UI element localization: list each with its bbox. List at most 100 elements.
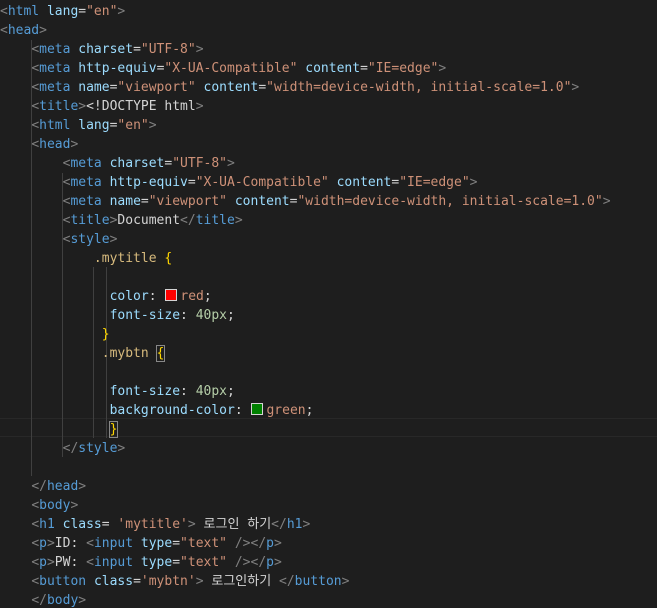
code-line[interactable]: <meta http-equiv="X-UA-Compatible" conte… (0, 59, 446, 78)
code-line[interactable]: <html lang="en"> (0, 2, 125, 21)
matched-bracket: } (108, 421, 119, 438)
code-line[interactable]: <head> (0, 21, 47, 40)
code-token: > (117, 441, 126, 456)
code-token: < (31, 61, 40, 76)
code-line[interactable]: color: red; (0, 287, 212, 306)
code-token: body (39, 498, 71, 513)
code-token: green (266, 403, 306, 418)
code-token: name (78, 80, 110, 95)
code-line[interactable]: font-size: 40px; (0, 306, 235, 325)
code-token: < (31, 498, 40, 513)
code-token: /></ (234, 555, 267, 570)
code-token: background-color (109, 403, 235, 418)
code-token: > (302, 517, 311, 532)
code-line[interactable]: </style> (0, 439, 126, 458)
code-token: </ (62, 441, 79, 456)
code-token: > (341, 574, 350, 589)
code-line[interactable]: <style> (0, 230, 118, 249)
code-line[interactable]: <body> (0, 496, 78, 515)
code-token: meta (39, 80, 71, 95)
code-line[interactable]: <meta charset="UTF-8"> (0, 154, 235, 173)
code-line[interactable]: <p>ID: <input type="text" /></p> (0, 534, 282, 553)
code-token: "en" (117, 118, 149, 133)
code-token: class (62, 517, 102, 532)
code-line[interactable]: .mytitle { (0, 249, 172, 268)
code-line[interactable]: <p>PW: <input type="text" /></p> (0, 553, 282, 572)
code-token: > (46, 536, 55, 551)
code-token: button (294, 574, 342, 589)
code-token: ; (305, 403, 314, 418)
code-line[interactable]: <meta name="viewport" content="width=dev… (0, 192, 611, 211)
code-token: class (93, 574, 134, 589)
code-token: > (438, 61, 447, 76)
code-line[interactable]: } (0, 325, 110, 344)
code-token: 'mybtn' (140, 574, 196, 589)
code-token: "viewport" (117, 80, 196, 95)
code-line[interactable]: <meta http-equiv="X-UA-Compatible" conte… (0, 173, 478, 192)
code-line[interactable]: <h1 class= 'mytitle'> 로그인 하기</h1> (0, 515, 310, 534)
code-token: : (180, 308, 196, 323)
code-token: meta (70, 194, 102, 209)
code-token: head (39, 137, 71, 152)
code-token: "IE=edge" (367, 61, 439, 76)
code-line[interactable]: <title><!DOCTYPE html> (0, 97, 203, 116)
code-line[interactable]: <meta name="viewport" content="width=dev… (0, 78, 579, 97)
code-token: < (0, 4, 8, 19)
code-token: title (39, 99, 79, 114)
code-token: http-equiv (109, 175, 188, 190)
code-token: title (70, 213, 110, 228)
code-token: ; (227, 308, 235, 323)
code-token: "UTF-8" (172, 156, 228, 171)
code-line[interactable]: font-size: 40px; (0, 382, 235, 401)
code-token: "width=device-width, initial-scale=1.0" (266, 80, 572, 95)
code-token: < (31, 118, 40, 133)
code-token: h1 (39, 517, 55, 532)
code-line[interactable]: background-color: green; (0, 401, 313, 420)
code-token: .mytitle (93, 251, 157, 266)
code-token: "text" (180, 536, 228, 551)
code-line[interactable]: <meta charset="UTF-8"> (0, 40, 203, 59)
code-token: > (187, 517, 196, 532)
code-line[interactable]: <html lang="en"> (0, 116, 157, 135)
code-token: type (140, 536, 173, 551)
code-token: PW: (54, 555, 87, 570)
code-line[interactable]: <title>Document</title> (0, 211, 243, 230)
code-token: p (39, 555, 47, 570)
code-token: = (140, 194, 149, 209)
code-token: head (7, 23, 40, 38)
code-token: button (39, 574, 87, 589)
code-line[interactable]: </body> (0, 591, 86, 608)
code-line[interactable]: .mybtn { (0, 344, 166, 363)
code-token: < (31, 517, 40, 532)
code-token: body (46, 593, 79, 608)
code-line[interactable]: <button class='mybtn'> 로그인하기 </button> (0, 572, 349, 591)
code-token: 40px (195, 384, 227, 399)
code-token: <!DOCTYPE html (86, 99, 196, 114)
code-editor[interactable]: <html lang="en"> <head> <meta charset="UT… (0, 0, 657, 608)
code-line[interactable]: } (0, 420, 119, 439)
code-token: name (109, 194, 141, 209)
code-line[interactable]: <head> (0, 135, 78, 154)
code-token: content (203, 80, 259, 95)
code-token: > (78, 593, 87, 608)
code-line[interactable]: </head> (0, 477, 86, 496)
code-token: > (273, 555, 282, 570)
code-token: http-equiv (78, 61, 157, 76)
code-token: .mybtn (101, 346, 149, 361)
code-token: } (101, 327, 110, 342)
code-token: > (148, 118, 157, 133)
code-token: < (31, 536, 40, 551)
code-token: > (78, 99, 87, 114)
code-token: charset (78, 42, 134, 57)
